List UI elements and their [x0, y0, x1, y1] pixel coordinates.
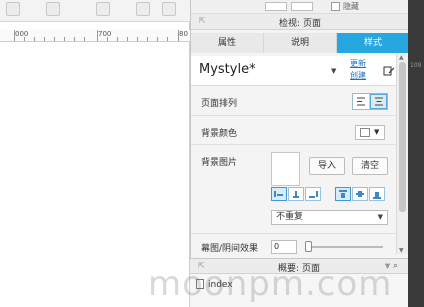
image-repeat-select[interactable]: 不重复 ▼ [271, 210, 388, 225]
image-align-center-button[interactable] [288, 187, 304, 201]
dim-effect-slider-thumb[interactable] [305, 241, 312, 252]
image-align-top-button[interactable] [335, 187, 351, 201]
far-right-column: 109 [408, 0, 424, 307]
chevron-down-icon[interactable]: ▼ [331, 67, 336, 75]
image-align-left-button[interactable] [271, 187, 287, 201]
color-swatch [360, 128, 370, 137]
inspector-scrollbar[interactable]: ▲ ▼ [396, 54, 408, 254]
page-icon [196, 279, 204, 289]
dim-effect-section: 幕图/阴间效果 0 [191, 235, 409, 257]
align-center-icon [374, 97, 383, 106]
toolbar-button[interactable] [96, 2, 110, 16]
outline-header: ⇱ 概要: 页面 ⩔ ⌕ [190, 259, 408, 274]
outline-title: 概要: 页面 [278, 264, 320, 274]
background-color-picker[interactable]: ▼ [355, 125, 385, 140]
dim-effect-label: 幕图/阴间效果 [201, 244, 259, 254]
strip-field[interactable] [265, 2, 287, 11]
chevron-down-icon: ▼ [374, 128, 380, 136]
toolbar-button[interactable] [162, 2, 176, 16]
update-style-link[interactable]: 更新 [350, 58, 366, 69]
toolbar-button[interactable] [46, 2, 60, 16]
hide-checkbox[interactable] [331, 2, 340, 11]
outline-panel: ⇱ 概要: 页面 ⩔ ⌕ index [190, 258, 408, 307]
page-align-toggle [352, 93, 388, 110]
ruler-label: 000 [15, 30, 29, 38]
toolbar-button[interactable] [6, 2, 20, 16]
toolbar-button[interactable] [136, 2, 150, 16]
strip-field[interactable] [291, 2, 313, 11]
side-number: 109 [410, 62, 422, 69]
align-left-icon [357, 97, 365, 106]
hide-label: 隐藏 [343, 2, 359, 11]
tab-notes[interactable]: 说明 [264, 33, 337, 53]
create-style-link[interactable]: 创建 [350, 70, 366, 81]
outline-item[interactable]: index [196, 279, 233, 290]
horizontal-align-group [271, 187, 322, 201]
scrollbar-thumb[interactable] [399, 62, 406, 212]
clear-button[interactable]: 清空 [352, 157, 388, 175]
horizontal-ruler: 000 700 80 [0, 30, 190, 42]
edit-style-icon[interactable] [383, 65, 395, 77]
background-image-label: 背景图片 [201, 158, 238, 168]
image-align-bottom-button[interactable] [369, 187, 385, 201]
import-button[interactable]: 导入 [309, 157, 345, 175]
tab-properties[interactable]: 属性 [191, 33, 264, 53]
vertical-align-group [335, 187, 386, 201]
app-root: 000 700 80 隐藏 ⇱ 检视: 页面 属性 说明 样式 Mystyle*… [0, 0, 424, 307]
dim-effect-slider-track[interactable] [305, 246, 383, 248]
scroll-down-icon[interactable]: ▼ [399, 247, 404, 254]
page-layout-label: 页面排列 [201, 99, 238, 109]
inspector-tabs: 属性 说明 样式 [191, 33, 409, 53]
style-name[interactable]: Mystyle* [199, 62, 256, 77]
inspector-header: ⇱ 检视: 页面 [191, 14, 409, 30]
repeat-value: 不重复 [276, 212, 304, 222]
filter-icon[interactable]: ⩔ [385, 261, 390, 271]
align-left-button[interactable] [353, 94, 370, 109]
page-layout-section: 页面排列 [191, 87, 409, 116]
style-selector-row: Mystyle* ▼ 更新 创建 [191, 56, 409, 86]
canvas-toolbar [0, 0, 190, 22]
align-center-button[interactable] [370, 94, 387, 109]
tab-style[interactable]: 样式 [337, 33, 409, 53]
image-align-middle-button[interactable] [352, 187, 368, 201]
inspector-title: 检视: 页面 [279, 19, 321, 29]
panel-top-strip: 隐藏 [191, 0, 409, 14]
image-preview [271, 152, 300, 186]
background-color-label: 背景颜色 [201, 129, 238, 139]
image-align-right-button[interactable] [305, 187, 321, 201]
scroll-up-icon[interactable]: ▲ [399, 54, 404, 61]
search-icon[interactable]: ⌕ [393, 261, 398, 271]
ruler-label: 700 [98, 30, 112, 38]
background-color-section: 背景颜色 ▼ [191, 117, 409, 145]
chevron-down-icon: ▼ [377, 213, 383, 221]
ruler-label: 80 [179, 30, 188, 38]
outline-toolbar: ⩔ ⌕ [385, 261, 398, 271]
canvas-area[interactable]: 000 700 80 [0, 0, 190, 307]
background-image-section: 背景图片 导入 清空 不重复 ▼ [191, 146, 409, 234]
outline-item-label: index [208, 280, 233, 290]
dim-effect-input[interactable]: 0 [271, 240, 297, 254]
